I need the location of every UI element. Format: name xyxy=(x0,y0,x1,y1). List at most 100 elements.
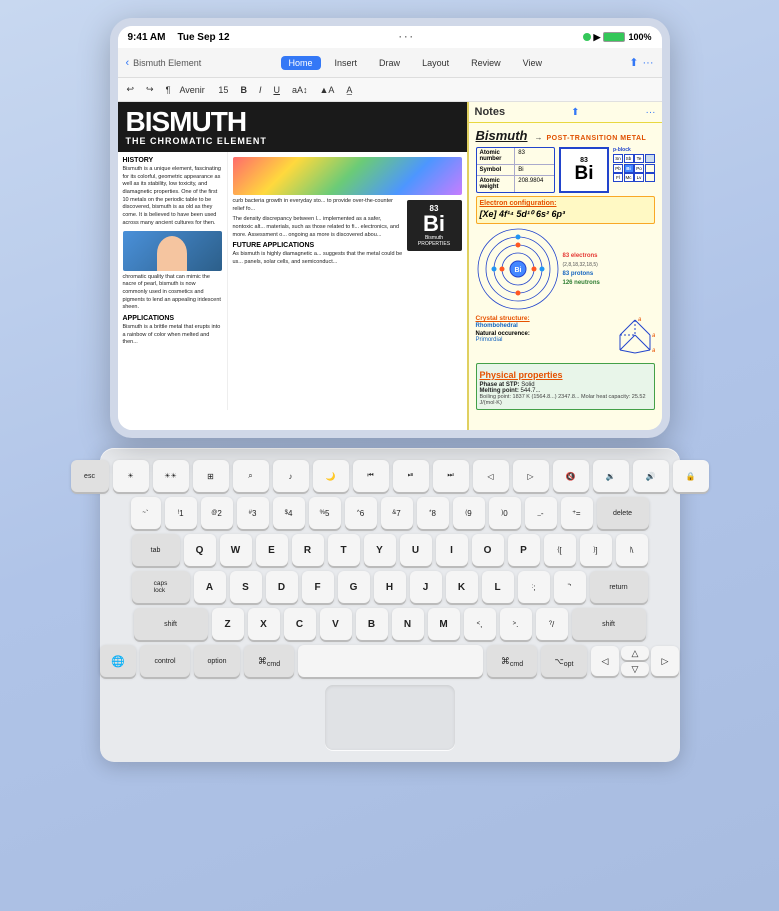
key-opt-right[interactable]: ⌥opt xyxy=(541,645,587,677)
key-bracket-close[interactable]: }] xyxy=(580,534,612,566)
key-v[interactable]: V xyxy=(320,608,352,640)
key-3[interactable]: #3 xyxy=(237,497,269,529)
notes-share-icon[interactable]: ⬆ xyxy=(571,107,579,118)
key-y[interactable]: Y xyxy=(364,534,396,566)
key-tab[interactable]: tab xyxy=(132,534,180,566)
key-s[interactable]: S xyxy=(230,571,262,603)
key-search[interactable]: ⌕ xyxy=(233,460,269,492)
key-bracket-open[interactable]: {[ xyxy=(544,534,576,566)
tab-insert[interactable]: Insert xyxy=(327,56,366,70)
key-cmd-left[interactable]: ⌘cmd xyxy=(244,645,294,677)
tab-layout[interactable]: Layout xyxy=(414,56,457,70)
bold-btn[interactable]: B xyxy=(237,84,250,96)
key-slash[interactable]: ?/ xyxy=(536,608,568,640)
key-b[interactable]: B xyxy=(356,608,388,640)
key-c[interactable]: C xyxy=(284,608,316,640)
key-esc[interactable]: esc xyxy=(71,460,109,492)
share-icon[interactable]: ⬆ xyxy=(629,56,638,69)
tab-view[interactable]: View xyxy=(515,56,550,70)
italic-btn[interactable]: I xyxy=(256,84,265,96)
paragraph-style-btn[interactable]: ¶ xyxy=(163,84,174,96)
more-icon[interactable]: ··· xyxy=(643,57,654,69)
key-arrow-up[interactable]: △ xyxy=(621,646,649,660)
font-selector[interactable]: Avenir xyxy=(179,85,209,95)
key-microphone[interactable]: ♪ xyxy=(273,460,309,492)
key-1[interactable]: !1 xyxy=(165,497,197,529)
key-k[interactable]: K xyxy=(446,571,478,603)
key-shift-left[interactable]: shift xyxy=(134,608,208,640)
key-cmd-right[interactable]: ⌘cmd xyxy=(487,645,537,677)
redo-btn[interactable]: ↪ xyxy=(143,83,157,96)
key-quote[interactable]: "' xyxy=(554,571,586,603)
key-8[interactable]: *8 xyxy=(417,497,449,529)
key-n[interactable]: N xyxy=(392,608,424,640)
key-brightness-up[interactable]: ☀☀ xyxy=(153,460,189,492)
key-arrow-right[interactable]: ▷ xyxy=(651,646,679,676)
key-f[interactable]: F xyxy=(302,571,334,603)
key-volume-fwd[interactable]: ▷ xyxy=(513,460,549,492)
key-z[interactable]: Z xyxy=(212,608,244,640)
key-return[interactable]: return xyxy=(590,571,648,603)
key-d[interactable]: D xyxy=(266,571,298,603)
key-lock[interactable]: 🔒 xyxy=(673,460,709,492)
key-option-left[interactable]: option xyxy=(194,645,240,677)
back-icon[interactable]: ‹ xyxy=(126,57,130,69)
key-r[interactable]: R xyxy=(292,534,324,566)
key-capslock[interactable]: capslock xyxy=(132,571,190,603)
key-play-pause[interactable]: ⏯ xyxy=(393,460,429,492)
key-m[interactable]: M xyxy=(428,608,460,640)
key-delete[interactable]: delete xyxy=(597,497,649,529)
key-vol-up[interactable]: 🔊 xyxy=(633,460,669,492)
text-size-btn[interactable]: aA↕ xyxy=(289,84,311,96)
key-comma[interactable]: <, xyxy=(464,608,496,640)
key-arrow-down[interactable]: ▽ xyxy=(621,662,649,676)
key-semicolon[interactable]: :; xyxy=(518,571,550,603)
key-backslash[interactable]: |\ xyxy=(616,534,648,566)
key-volume-back[interactable]: ◁ xyxy=(473,460,509,492)
key-period[interactable]: >. xyxy=(500,608,532,640)
key-o[interactable]: O xyxy=(472,534,504,566)
key-control[interactable]: control xyxy=(140,645,190,677)
key-t[interactable]: T xyxy=(328,534,360,566)
key-arrow-left[interactable]: ◁ xyxy=(591,646,619,676)
key-p[interactable]: P xyxy=(508,534,540,566)
key-h[interactable]: H xyxy=(374,571,406,603)
key-minus[interactable]: _- xyxy=(525,497,557,529)
key-shift-right[interactable]: shift xyxy=(572,608,646,640)
key-globe[interactable]: 🌐 xyxy=(100,645,136,677)
key-l[interactable]: L xyxy=(482,571,514,603)
key-2[interactable]: @2 xyxy=(201,497,233,529)
font-size[interactable]: 15 xyxy=(215,85,231,95)
key-i[interactable]: I xyxy=(436,534,468,566)
key-mute[interactable]: 🔇 xyxy=(553,460,589,492)
key-x[interactable]: X xyxy=(248,608,280,640)
key-0[interactable]: )0 xyxy=(489,497,521,529)
tab-review[interactable]: Review xyxy=(463,56,509,70)
key-4[interactable]: $4 xyxy=(273,497,305,529)
key-a[interactable]: A xyxy=(194,571,226,603)
key-equals[interactable]: += xyxy=(561,497,593,529)
key-7[interactable]: &7 xyxy=(381,497,413,529)
key-5[interactable]: %5 xyxy=(309,497,341,529)
key-backtick[interactable]: ~` xyxy=(131,497,161,529)
key-g[interactable]: G xyxy=(338,571,370,603)
key-mission-control[interactable]: ⊞ xyxy=(193,460,229,492)
text-color-btn[interactable]: A̲ xyxy=(343,84,355,96)
key-j[interactable]: J xyxy=(410,571,442,603)
key-brightness-down[interactable]: ☀ xyxy=(113,460,149,492)
key-space[interactable] xyxy=(298,645,483,677)
key-prev-track[interactable]: ⏮ xyxy=(353,460,389,492)
key-q[interactable]: Q xyxy=(184,534,216,566)
undo-btn[interactable]: ↩ xyxy=(124,83,138,96)
key-6[interactable]: ^6 xyxy=(345,497,377,529)
key-vol-down[interactable]: 🔉 xyxy=(593,460,629,492)
key-9[interactable]: (9 xyxy=(453,497,485,529)
trackpad[interactable] xyxy=(325,685,455,750)
key-e[interactable]: E xyxy=(256,534,288,566)
key-u[interactable]: U xyxy=(400,534,432,566)
notes-more-icon[interactable]: ··· xyxy=(645,107,655,118)
highlight-btn[interactable]: ▲A xyxy=(316,84,337,96)
key-next-track[interactable]: ⏭ xyxy=(433,460,469,492)
tab-draw[interactable]: Draw xyxy=(371,56,408,70)
key-dnd[interactable]: 🌙 xyxy=(313,460,349,492)
